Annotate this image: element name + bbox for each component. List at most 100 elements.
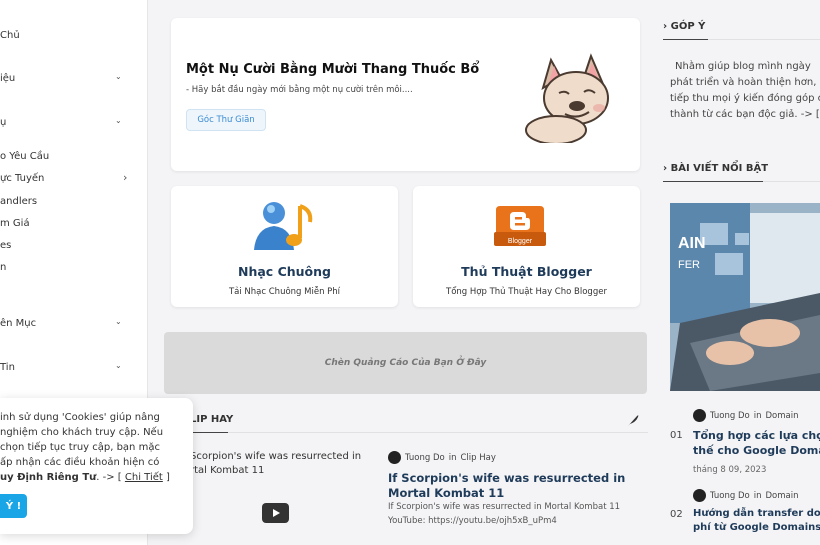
cookie-details-link[interactable]: Chi Tiết: [125, 472, 163, 483]
chevron-down-icon[interactable]: ⌄: [115, 361, 122, 370]
bulldog-icon: [525, 53, 609, 143]
featured-post-title-line: phí từ Google Domains về: [693, 522, 820, 533]
chevron-right-icon[interactable]: ›: [123, 171, 127, 184]
svg-text:Blogger: Blogger: [508, 238, 533, 245]
sidebar-item-online[interactable]: ực Tuyến: [0, 173, 44, 184]
post-category[interactable]: Clip Hay: [460, 453, 495, 463]
feature-title: Thủ Thuật Blogger: [461, 264, 592, 279]
sidebar-item-docs[interactable]: iệu: [0, 73, 15, 84]
featured-post-title-line: Tổng hợp các lựa chọ: [693, 429, 820, 442]
post-excerpt: If Scorpion's wife was resurrected in Mo…: [388, 500, 620, 528]
cookie-consent-popup: inh sử dụng 'Cookies' giúp nâng nghiệm c…: [0, 398, 193, 534]
cookie-accept-button[interactable]: Ý !: [0, 494, 27, 518]
post-excerpt-line: YouTube: https://youtu.be/ojh5xB_uPm4: [388, 516, 557, 526]
post-author[interactable]: Tuong Do: [405, 453, 445, 463]
sidebar-item-label: Tin: [0, 362, 15, 373]
featured-heading: › BÀI VIẾT NỔI BẬT: [663, 163, 769, 174]
right-column: › GÓP Ý Nhằm giúp blog mình ngày phát tr…: [655, 0, 820, 545]
cookie-policy-line: uy Định Riêng Tư. -> [ Chi Tiết ]: [0, 470, 170, 485]
avatar[interactable]: [693, 409, 706, 422]
feedback-line: phát triển và hoàn thiện hơn,: [670, 77, 817, 88]
featured-post-title[interactable]: Tổng hợp các lựa chọ thế cho Google Doma…: [693, 428, 820, 458]
feature-subtitle: Tải Nhạc Chuông Miễn Phí: [228, 287, 341, 297]
sidebar-item-label: iệu: [0, 73, 16, 84]
featured-post-image[interactable]: AIN FER: [670, 203, 820, 391]
svg-text:FER: FER: [678, 259, 700, 271]
sidebar-item-handlers[interactable]: andlers: [0, 196, 37, 207]
feedback-heading: › GÓP Ý: [663, 21, 706, 32]
blogger-icon: Blogger: [494, 206, 546, 246]
hero-card: Một Nụ Cười Bằng Mười Thang Thuốc Bổ - H…: [171, 18, 640, 171]
feedback-line: tiếp thu mọi ý kiến đóng góp c: [670, 93, 820, 104]
post-author[interactable]: Tuong Do: [710, 491, 750, 501]
sidebar-item-categories[interactable]: ên Mục: [0, 318, 36, 329]
chevron-down-icon[interactable]: ⌄: [115, 72, 122, 81]
post-author[interactable]: Tuong Do: [710, 411, 750, 421]
post-title[interactable]: If Scorpion's wife was resurrected in Mo…: [388, 471, 628, 501]
left-post-line: rtal Kombat 11: [190, 465, 265, 476]
hero-title: Một Nụ Cười Bằng Mười Thang Thuốc Bổ: [186, 62, 480, 77]
left-post-line: Scorpion's wife was resurrected in: [190, 451, 362, 462]
sidebar-item-label: n: [0, 262, 7, 273]
feature-card-ringtones[interactable]: Nhạc Chuông Tải Nhạc Chuông Miễn Phí: [171, 186, 398, 307]
hero-tag-button[interactable]: Góc Thư Giãn: [186, 109, 266, 131]
sidebar-item-label: o Yêu Cầu: [0, 151, 50, 162]
post-meta: Tuong Do in Clip Hay: [388, 451, 496, 464]
clip-section-heading: LIP HAY: [190, 414, 234, 425]
post-rank: 02: [670, 509, 683, 520]
ad-placeholder[interactable]: Chèn Quảng Cáo Của Bạn Ở Đây: [164, 332, 647, 394]
cookie-bracket: ]: [166, 472, 170, 483]
play-button[interactable]: [262, 503, 289, 523]
cookie-text-line: inh sử dụng 'Cookies' giúp nâng: [0, 412, 160, 423]
post-category[interactable]: Domain: [765, 411, 798, 421]
featured-post-meta: Tuong Do in Domain: [693, 409, 798, 422]
post-date: tháng 8 09, 2023: [693, 465, 767, 475]
cookie-policy-arrow: . -> [: [96, 472, 122, 483]
sidebar-item-n[interactable]: n: [0, 262, 6, 273]
section-divider: [170, 432, 648, 433]
avatar[interactable]: [388, 451, 401, 464]
feedback-line: Nhằm giúp blog mình ngày: [675, 61, 811, 72]
sidebar-item-services[interactable]: ụ: [0, 117, 6, 128]
feature-subtitle: Tổng Hợp Thủ Thuật Hay Cho Blogger: [446, 287, 607, 297]
cookie-text: inh sử dụng 'Cookies' giúp nâng nghiệm c…: [0, 410, 170, 485]
ad-text: Chèn Quảng Cáo Của Bạn Ở Đây: [324, 358, 487, 368]
sidebar-item-reviews[interactable]: m Giá: [0, 218, 30, 229]
chevron-down-icon[interactable]: ⌄: [115, 317, 122, 326]
featured-heading-text: BÀI VIẾT NỔI BẬT: [670, 163, 769, 174]
sidebar-item-label: m Giá: [0, 218, 30, 229]
cookie-text-line: chọn tiếp tục truy cập, bạn mặc: [0, 442, 160, 453]
featured-post-title-line: thế cho Google Domai: [693, 444, 820, 457]
feature-card-blogger[interactable]: Blogger Thủ Thuật Blogger Tổng Hợp Thủ T…: [413, 186, 640, 307]
feature-title: Nhạc Chuông: [238, 264, 331, 279]
featured-post-title-line: Hướng dẫn transfer domai: [693, 508, 820, 519]
sidebar-item-label: ên Mục: [0, 318, 37, 329]
sidebar-item-label: andlers: [0, 196, 38, 207]
section-divider-accent: [663, 39, 708, 40]
featured-post-title[interactable]: Hướng dẫn transfer domai phí từ Google D…: [693, 507, 820, 535]
post-excerpt-line: If Scorpion's wife was resurrected in Mo…: [388, 502, 621, 512]
sidebar-item-request[interactable]: o Yêu Cầu: [0, 151, 49, 162]
cookie-text-line: ấp nhận các điều khoản hiện có: [0, 457, 160, 468]
feedback-line: thành từ các bạn độc giả. -> [: [670, 109, 820, 120]
svg-text:AIN: AIN: [678, 235, 706, 252]
post-in-word: in: [753, 410, 762, 421]
chevron-down-icon[interactable]: ⌄: [115, 116, 122, 125]
sidebar-item-label: ực Tuyến: [0, 173, 45, 184]
post-category[interactable]: Domain: [765, 491, 798, 501]
sidebar-item-home[interactable]: Chủ: [0, 30, 20, 41]
hero-subtitle: - Hãy bắt đầu ngày mới bằng một nụ cười …: [186, 85, 413, 95]
sidebar-item-es[interactable]: es: [0, 240, 11, 251]
user-music-icon: [254, 202, 313, 250]
section-divider-accent: [663, 181, 763, 182]
avatar[interactable]: [693, 489, 706, 502]
post-in-word: in: [753, 490, 762, 501]
sidebar-item-news[interactable]: Tin: [0, 362, 15, 373]
cookie-policy-label: uy Định Riêng Tư: [0, 472, 97, 483]
cookie-text-line: nghiệm cho khách truy cập. Nếu: [0, 427, 164, 438]
featured-post-meta: Tuong Do in Domain: [693, 489, 798, 502]
feather-icon[interactable]: [626, 413, 640, 427]
sidebar-item-label: Chủ: [0, 30, 20, 41]
left-post-text[interactable]: Scorpion's wife was resurrected in rtal …: [190, 450, 361, 478]
feedback-heading-text: GÓP Ý: [670, 21, 706, 32]
